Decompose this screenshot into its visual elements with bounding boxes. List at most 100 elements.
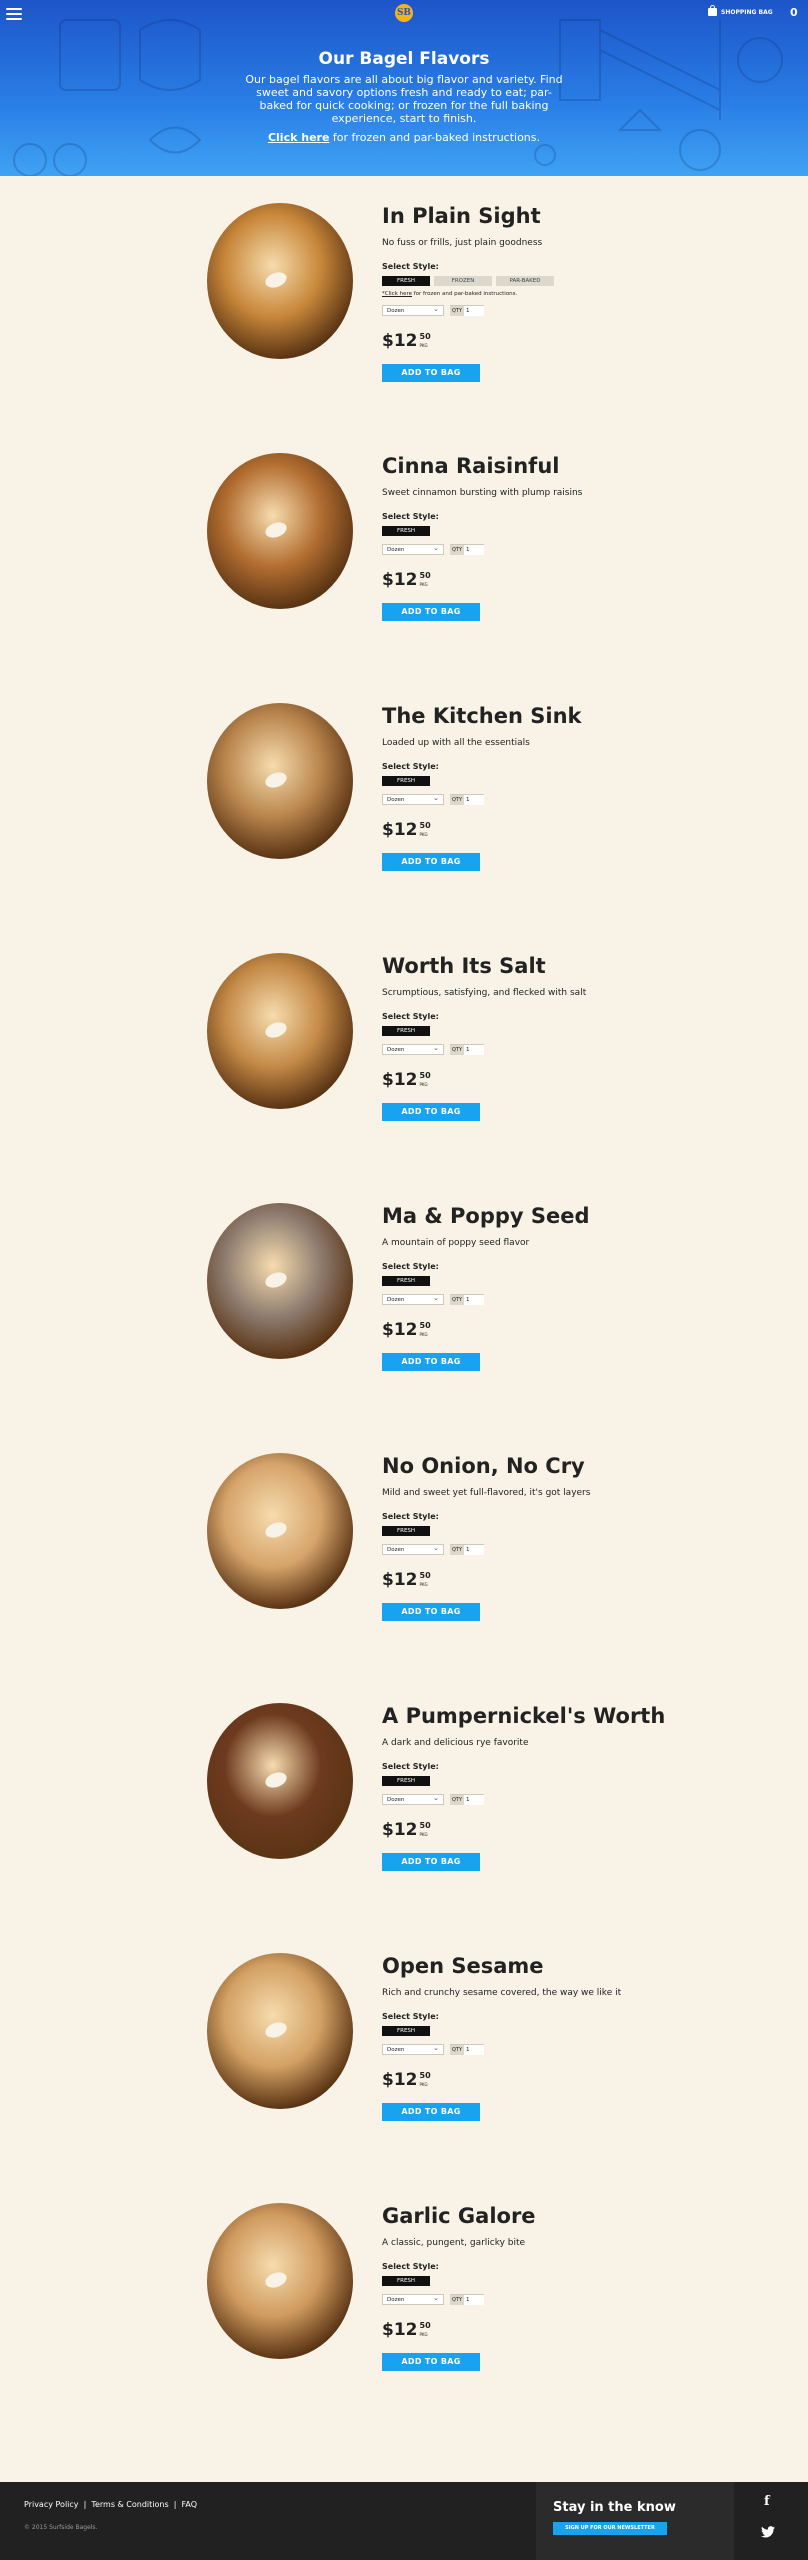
size-select[interactable]: Dozen [382,1793,444,1805]
qty-label: QTY [450,2295,465,2305]
add-to-bag-button[interactable]: ADD TO BAG [382,1353,480,1371]
qty-input[interactable]: 1 [464,1795,484,1805]
add-to-bag-button[interactable]: ADD TO BAG [382,2353,480,2371]
add-to-bag-button[interactable]: ADD TO BAG [382,853,480,871]
qty-label: QTY [450,2045,465,2055]
size-select[interactable]: Dozen [382,2293,444,2305]
product-description: Rich and crunchy sesame covered, the way… [382,1988,622,1998]
instructions-suffix: for frozen and par-baked instructions. [329,131,541,144]
style-options: FRESH [382,2276,682,2286]
add-to-bag-button[interactable]: ADD TO BAG [382,2103,480,2121]
qty-label: QTY [450,1295,465,1305]
footer-separator: | [173,2500,177,2509]
style-option-fresh[interactable]: FRESH [382,1026,430,1036]
shopping-bag-button[interactable]: SHOPPING BAG [708,5,773,16]
footer-separator: | [83,2500,87,2509]
price: $12 50 PKG [382,571,682,591]
menu-icon[interactable] [6,8,22,20]
hero-header: SB SHOPPING BAG 0 Our Bagel Flavors Our … [0,0,808,176]
product-description: Mild and sweet yet full-flavored, it's g… [382,1488,591,1498]
newsletter-signup-button[interactable]: SIGN UP FOR OUR NEWSLETTER [553,2522,667,2535]
size-select[interactable]: Dozen [382,543,444,555]
size-select[interactable]: Dozen [382,1043,444,1055]
footer-links: Privacy Policy | Terms & Conditions | FA… [24,2500,197,2509]
price-cents: 50 [419,2321,431,2330]
faq-link[interactable]: FAQ [182,2500,198,2509]
quantity-field: QTY 1 [450,1544,484,1555]
instructions-note-link[interactable]: *Click here [382,291,412,297]
qty-label: QTY [450,1795,465,1805]
select-style-label: Select Style: [382,512,439,521]
product-info: Open Sesame Rich and crunchy sesame cove… [382,1950,682,2121]
price-unit: PKG [419,832,428,837]
qty-input[interactable]: 1 [464,795,484,805]
product-info: The Kitchen Sink Loaded up with all the … [382,700,682,871]
qty-input[interactable]: 1 [464,545,484,555]
product-info: A Pumpernickel's Worth A dark and delici… [382,1700,682,1871]
add-to-bag-button[interactable]: ADD TO BAG [382,1103,480,1121]
select-style-label: Select Style: [382,1762,439,1771]
style-option-fresh[interactable]: FRESH [382,1276,430,1286]
style-option-fresh[interactable]: FRESH [382,2026,430,2036]
size-select[interactable]: Dozen [382,1543,444,1555]
logo[interactable]: SB [395,4,413,22]
social-links: f [734,2482,808,2560]
instructions-link[interactable]: Click here [268,131,329,144]
select-style-label: Select Style: [382,2262,439,2271]
price-dollars: $12 [382,2320,418,2340]
add-to-bag-button[interactable]: ADD TO BAG [382,1853,480,1871]
add-to-bag-button[interactable]: ADD TO BAG [382,364,480,382]
qty-input[interactable]: 1 [464,1295,484,1305]
qty-input[interactable]: 1 [464,306,484,316]
product-info: Worth Its Salt Scrumptious, satisfying, … [382,950,682,1121]
twitter-icon[interactable] [761,2526,775,2538]
bagel-image [207,1703,353,1859]
price-cents-wrap: 50 PKG [420,1571,431,1589]
product-card: Ma & Poppy Seed A mountain of poppy seed… [0,1200,808,1450]
product-name: A Pumpernickel's Worth [382,1704,666,1728]
privacy-policy-link[interactable]: Privacy Policy [24,2500,79,2509]
style-option-fresh[interactable]: FRESH [382,776,430,786]
style-option-frozen[interactable]: FROZEN [434,276,492,286]
add-to-bag-button[interactable]: ADD TO BAG [382,1603,480,1621]
quantity-row: Dozen QTY 1 [382,2043,682,2055]
style-option-fresh[interactable]: FRESH [382,1776,430,1786]
product-description: Loaded up with all the essentials [382,738,530,748]
size-select[interactable]: Dozen [382,2043,444,2055]
size-select[interactable]: Dozen [382,304,444,316]
facebook-icon[interactable]: f [764,2494,770,2509]
price-cents: 50 [419,821,431,830]
style-option-fresh[interactable]: FRESH [382,276,430,286]
qty-input[interactable]: 1 [464,1045,484,1055]
bagel-image [207,203,353,359]
qty-label: QTY [450,545,465,555]
terms-link[interactable]: Terms & Conditions [91,2500,168,2509]
style-options: FRESH [382,776,682,786]
price: $12 50 PKG [382,1071,682,1091]
product-name: The Kitchen Sink [382,704,582,728]
price-unit: PKG [419,1832,428,1837]
style-option-fresh[interactable]: FRESH [382,2276,430,2286]
bagel-image [207,703,353,859]
style-option-fresh[interactable]: FRESH [382,526,430,536]
style-options: FRESH FROZEN PAR-BAKED [382,276,682,286]
qty-label: QTY [450,1045,465,1055]
size-select[interactable]: Dozen [382,1293,444,1305]
price: $12 50 PKG [382,2071,682,2091]
style-options: FRESH [382,1026,682,1036]
price-unit: PKG [419,343,428,348]
size-select[interactable]: Dozen [382,793,444,805]
qty-input[interactable]: 1 [464,1545,484,1555]
quantity-row: Dozen QTY 1 [382,1043,682,1055]
bag-count: 0 [790,6,798,19]
style-options: FRESH [382,526,682,536]
style-option-par-baked[interactable]: PAR-BAKED [496,276,554,286]
qty-input[interactable]: 1 [464,2295,484,2305]
product-info: Garlic Galore A classic, pungent, garlic… [382,2200,682,2371]
newsletter-panel: Stay in the know SIGN UP FOR OUR NEWSLET… [536,2482,734,2560]
price-unit: PKG [419,2332,428,2337]
add-to-bag-button[interactable]: ADD TO BAG [382,603,480,621]
product-info: In Plain Sight No fuss or frills, just p… [382,200,682,382]
qty-input[interactable]: 1 [464,2045,484,2055]
style-option-fresh[interactable]: FRESH [382,1526,430,1536]
